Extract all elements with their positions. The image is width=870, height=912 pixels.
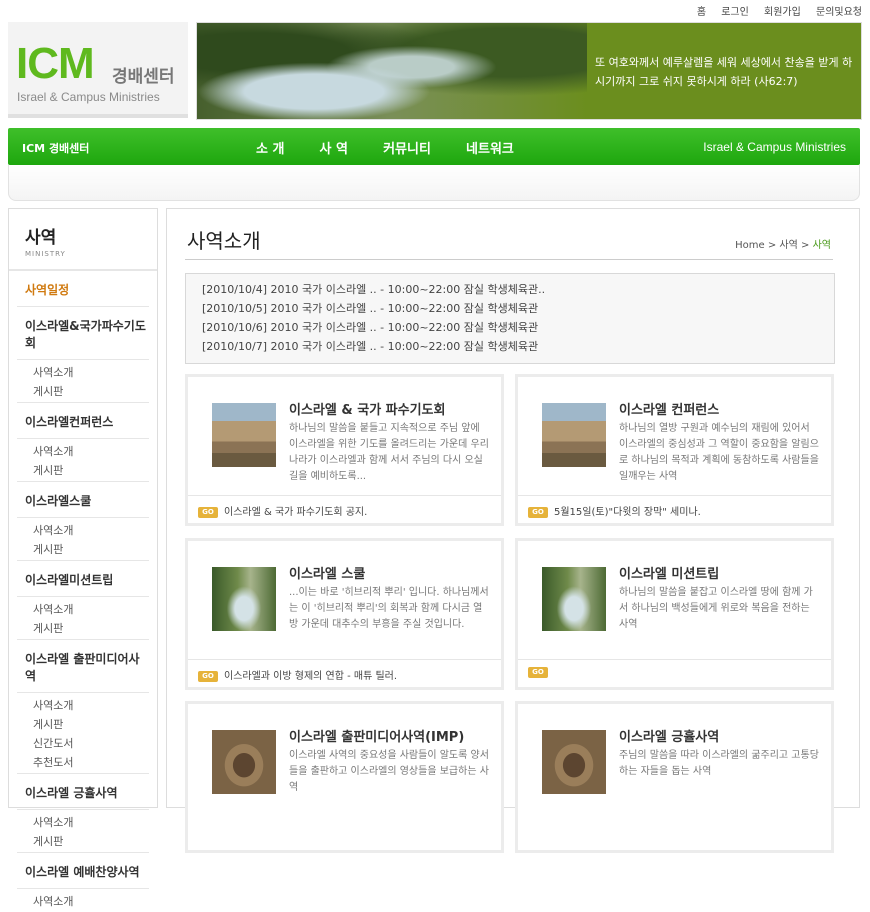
top-utility-links: 홈 로그인 회원가입 문의및요청 [685, 3, 862, 18]
breadcrumb-section[interactable]: 사역 [779, 240, 797, 251]
logo-korean: 경배센터 [112, 67, 175, 87]
sidebar-group-worship[interactable]: 이스라엘 예배찬양사역 [17, 853, 149, 889]
sidebar-subitem[interactable]: 게시판 [17, 712, 149, 731]
sidebar-subitem[interactable]: 사역소개 [17, 597, 149, 616]
go-badge[interactable]: GO [198, 507, 218, 518]
sidebar-subitem[interactable]: 사역소개 [17, 889, 149, 908]
header-banner: 또 여호와께서 예루살렘을 세워 세상에서 찬송을 받게 하시기까지 그로 쉬지… [196, 22, 862, 120]
login-link[interactable]: 로그인 [721, 7, 749, 18]
card-thumbnail[interactable] [542, 567, 606, 631]
ministry-card-conference[interactable]: 이스라엘 컨퍼런스 하나님의 열방 구원과 예수님의 재림에 있어서 이스라엘의… [515, 374, 834, 526]
sidebar-subtitle: MINISTRY [25, 250, 66, 258]
card-title[interactable]: 이스라엘 스쿨 [289, 563, 365, 582]
card-description: 하나님의 말씀을 붙잡고 이스라엘 땅에 함께 가서 하나님의 백성들에게 위로… [619, 587, 813, 630]
title-divider [185, 259, 833, 260]
ministry-card-media[interactable]: 이스라엘 출판미디어사역(IMP) 이스라엘 사역의 중요성을 사람들이 알도록… [185, 701, 504, 853]
card-thumbnail[interactable] [212, 403, 276, 467]
breadcrumb-current: 사역 [812, 240, 831, 251]
card-footer[interactable]: GO 이스라엘 & 국가 파수기도회 공지. [188, 495, 501, 523]
sidebar-subitem[interactable]: 게시판 [17, 829, 149, 848]
breadcrumb: Home > 사역 > 사역 [735, 236, 831, 251]
logo-brand: ICM [16, 39, 95, 88]
sidebar-subitem[interactable]: 사역소개 [17, 810, 149, 829]
banner-quote: 또 여호와께서 예루살렘을 세워 세상에서 찬송을 받게 하시기까지 그로 쉬지… [595, 56, 853, 88]
card-footer-link[interactable]: 이스라엘 & 국가 파수기도회 공지. [224, 507, 367, 518]
card-description: 하나님의 열방 구원과 예수님의 재림에 있어서 이스라엘의 중심성과 그 역할… [619, 423, 819, 482]
sidebar-subitem[interactable]: 사역소개 [17, 518, 149, 537]
card-footer[interactable]: GO [518, 659, 831, 687]
sidebar-subitem[interactable]: 신간도서 [17, 731, 149, 750]
sidebar-subitem[interactable]: 추천도서 [17, 750, 149, 769]
ministry-card-mercy[interactable]: 이스라엘 긍휼사역 주님의 말씀을 따라 이스라엘의 굶주리고 고통당하는 자들… [515, 701, 834, 853]
signup-link[interactable]: 회원가입 [764, 7, 801, 18]
nav-item-community[interactable]: 커뮤니티 [383, 142, 431, 157]
sub-nav-bar [8, 165, 860, 201]
card-thumbnail[interactable] [542, 403, 606, 467]
notice-item[interactable]: [2010/10/4] 2010 국가 이스라엘 .. - 10:00~22:0… [202, 280, 834, 299]
nav-tagline: Israel & Campus Ministries [703, 140, 846, 154]
card-thumbnail[interactable] [212, 730, 276, 794]
sidebar-subitem[interactable]: 게시판 [17, 537, 149, 556]
ministry-card-prayer[interactable]: 이스라엘 & 국가 파수기도회 하나님의 말씀을 붙들고 지속적으로 주님 앞에… [185, 374, 504, 526]
nav-menu: 소 개 사 역 커뮤니티 네트워크 [256, 138, 544, 157]
sidebar-item-schedule[interactable]: 사역일정 [17, 271, 149, 307]
sidebar-subitem[interactable]: 게시판 [17, 458, 149, 477]
sidebar-group-mission-trip[interactable]: 이스라엘미션트립 [17, 561, 149, 597]
sidebar-title: 사역 [25, 228, 57, 248]
card-footer[interactable]: GO 이스라엘과 이방 형제의 연합 - 매튜 틸러. [188, 659, 501, 687]
go-badge[interactable]: GO [528, 667, 548, 678]
sidebar-subitem[interactable]: 사역소개 [17, 693, 149, 712]
nav-brand[interactable]: ICM 경배센터 [22, 140, 89, 156]
card-footer-link[interactable]: 5월15일(토)"다윗의 장막" 세미나. [554, 507, 701, 518]
go-badge[interactable]: GO [198, 671, 218, 682]
card-description: 하나님의 말씀을 붙들고 지속적으로 주님 앞에 이스라엘을 위한 기도를 올려… [289, 423, 489, 482]
card-description: ...이는 바로 '히브리적 뿌리' 입니다. 하나님께서는 이 '히브리적 뿌… [289, 587, 489, 630]
sidebar-subitem[interactable]: 사역소개 [17, 360, 149, 379]
card-title[interactable]: 이스라엘 & 국가 파수기도회 [289, 399, 445, 418]
notice-item[interactable]: [2010/10/6] 2010 국가 이스라엘 .. - 10:00~22:0… [202, 318, 834, 337]
sidebar-group-school[interactable]: 이스라엘스쿨 [17, 482, 149, 518]
contact-link[interactable]: 문의및요청 [816, 7, 862, 18]
card-footer-link[interactable]: 이스라엘과 이방 형제의 연합 - 매튜 틸러. [224, 671, 397, 682]
schedule-notice-box: [2010/10/4] 2010 국가 이스라엘 .. - 10:00~22:0… [185, 273, 835, 364]
nav-item-network[interactable]: 네트워크 [466, 142, 514, 157]
ministry-card-mission-trip[interactable]: 이스라엘 미션트립 하나님의 말씀을 붙잡고 이스라엘 땅에 함께 가서 하나님… [515, 538, 834, 690]
card-title[interactable]: 이스라엘 컨퍼런스 [619, 399, 719, 418]
sidebar: 사역 MINISTRY 사역일정 이스라엘&국가파수기도회 사역소개 게시판 이… [8, 208, 158, 908]
home-link[interactable]: 홈 [697, 7, 706, 18]
ministry-card-school[interactable]: 이스라엘 스쿨 ...이는 바로 '히브리적 뿌리' 입니다. 하나님께서는 이… [185, 538, 504, 690]
nav-item-ministry[interactable]: 사 역 [320, 142, 348, 157]
sidebar-subitem[interactable]: 게시판 [17, 616, 149, 635]
nav-item-about[interactable]: 소 개 [256, 142, 284, 157]
site-logo[interactable]: ICM 경배센터 Israel & Campus Ministries [8, 22, 188, 118]
sidebar-subitem[interactable]: 게시판 [17, 379, 149, 398]
breadcrumb-separator: > [767, 240, 777, 251]
main-nav: ICM 경배센터 소 개 사 역 커뮤니티 네트워크 Israel & Camp… [8, 128, 860, 165]
sidebar-group-media[interactable]: 이스라엘 출판미디어사역 [17, 640, 149, 693]
card-title[interactable]: 이스라엘 긍휼사역 [619, 726, 719, 745]
sidebar-subitem[interactable]: 사역소개 [17, 439, 149, 458]
card-footer[interactable]: GO 5월15일(토)"다윗의 장막" 세미나. [518, 495, 831, 523]
banner-photo [197, 23, 587, 119]
go-badge[interactable]: GO [528, 507, 548, 518]
card-title[interactable]: 이스라엘 미션트립 [619, 563, 719, 582]
breadcrumb-separator: > [801, 240, 810, 251]
card-thumbnail[interactable] [212, 567, 276, 631]
sidebar-group-mercy[interactable]: 이스라엘 긍휼사역 [17, 774, 149, 810]
main-content: 사역소개 Home > 사역 > 사역 [2010/10/4] 2010 국가 … [166, 208, 860, 853]
page-title: 사역소개 [187, 229, 261, 253]
notice-item[interactable]: [2010/10/5] 2010 국가 이스라엘 .. - 10:00~22:0… [202, 299, 834, 318]
card-thumbnail[interactable] [542, 730, 606, 794]
card-description: 이스라엘 사역의 중요성을 사람들이 알도록 양서들을 출판하고 이스라엘의 영… [289, 750, 489, 793]
card-description: 주님의 말씀을 따라 이스라엘의 굶주리고 고통당하는 자들을 돕는 사역 [619, 750, 819, 777]
breadcrumb-home[interactable]: Home [735, 240, 765, 251]
sidebar-group-conference[interactable]: 이스라엘컨퍼런스 [17, 403, 149, 439]
notice-item[interactable]: [2010/10/7] 2010 국가 이스라엘 .. - 10:00~22:0… [202, 337, 834, 356]
sidebar-header: 사역 MINISTRY [9, 209, 157, 271]
sidebar-group-prayer[interactable]: 이스라엘&국가파수기도회 [17, 307, 149, 360]
logo-english: Israel & Campus Ministries [17, 90, 160, 104]
card-title[interactable]: 이스라엘 출판미디어사역(IMP) [289, 726, 464, 745]
